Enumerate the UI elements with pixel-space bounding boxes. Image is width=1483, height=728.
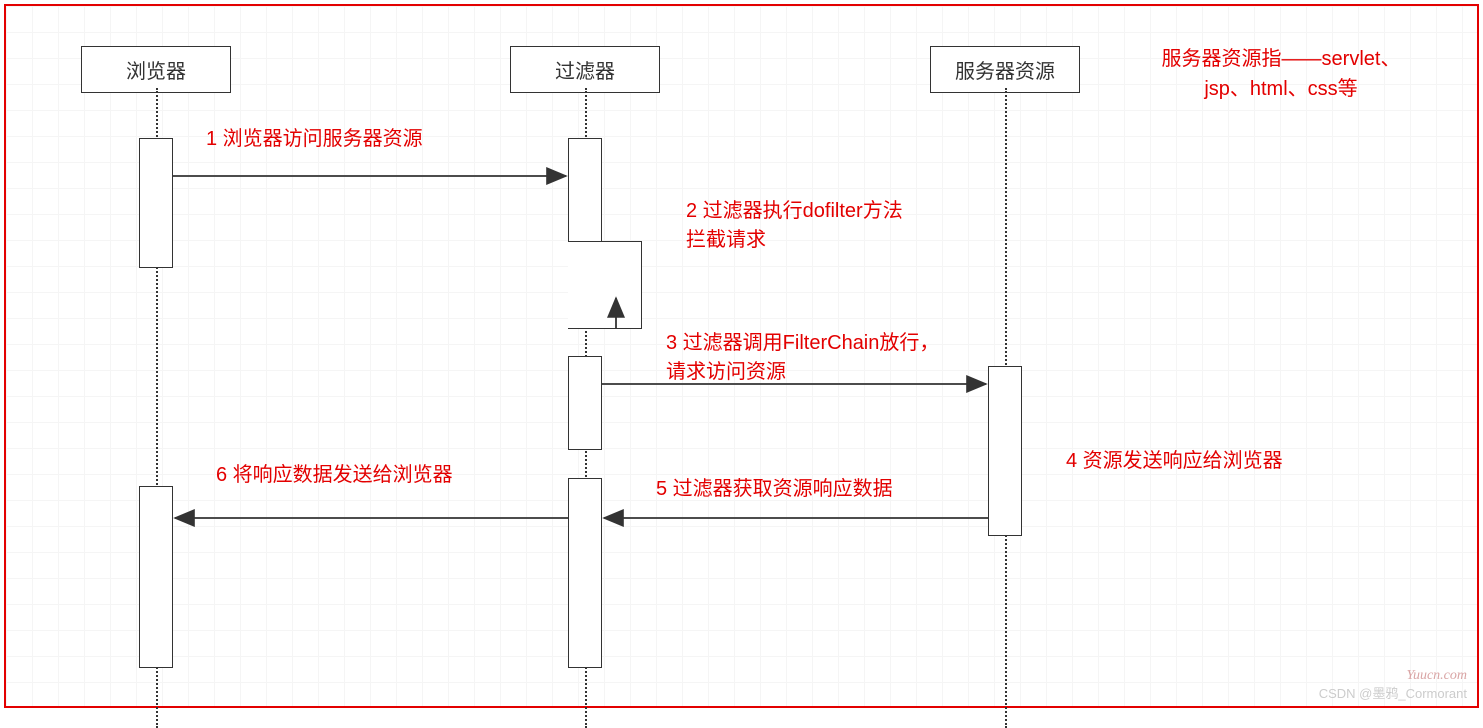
msg-5-label: 5 过滤器获取资源响应数据 <box>656 472 893 501</box>
activation-filter-2 <box>568 356 602 450</box>
activation-filter-3 <box>568 478 602 668</box>
note-line: 服务器资源指——servlet、 <box>1162 48 1401 70</box>
participant-browser: 浏览器 <box>81 46 231 93</box>
participant-label: 过滤器 <box>555 61 615 83</box>
msg-4-label: 4 资源发送响应给浏览器 <box>1066 444 1283 473</box>
sequence-diagram: 浏览器 过滤器 服务器资源 服务器资源指——servlet、 jsp、html、… <box>6 6 1477 706</box>
participant-filter: 过滤器 <box>510 46 660 93</box>
msg-line: 3 过滤器调用FilterChain放行， <box>666 332 939 354</box>
note-line: jsp、html、css等 <box>1204 78 1357 100</box>
msg-3-label: 3 过滤器调用FilterChain放行， 请求访问资源 <box>666 326 939 384</box>
activation-browser-2 <box>139 486 173 668</box>
msg-line: 请求访问资源 <box>666 361 786 383</box>
watermark-site: Yuucn.com <box>1406 668 1467 684</box>
msg-1-label: 1 浏览器访问服务器资源 <box>206 122 423 151</box>
msg-6-label: 6 将响应数据发送给浏览器 <box>216 458 453 487</box>
activation-browser-1 <box>139 138 173 268</box>
activation-filter-selfmsg <box>568 241 642 329</box>
participant-resource: 服务器资源 <box>930 46 1080 93</box>
activation-resource <box>988 366 1022 536</box>
watermark-csdn: CSDN @墨鸦_Cormorant <box>1319 683 1467 702</box>
msg-line: 2 过滤器执行dofilter方法 <box>686 200 903 222</box>
participant-label: 浏览器 <box>126 61 186 83</box>
participant-label: 服务器资源 <box>955 61 1055 83</box>
resource-note: 服务器资源指——servlet、 jsp、html、css等 <box>1111 44 1451 104</box>
msg-2-label: 2 过滤器执行dofilter方法 拦截请求 <box>686 194 903 252</box>
msg-line: 拦截请求 <box>686 229 766 251</box>
